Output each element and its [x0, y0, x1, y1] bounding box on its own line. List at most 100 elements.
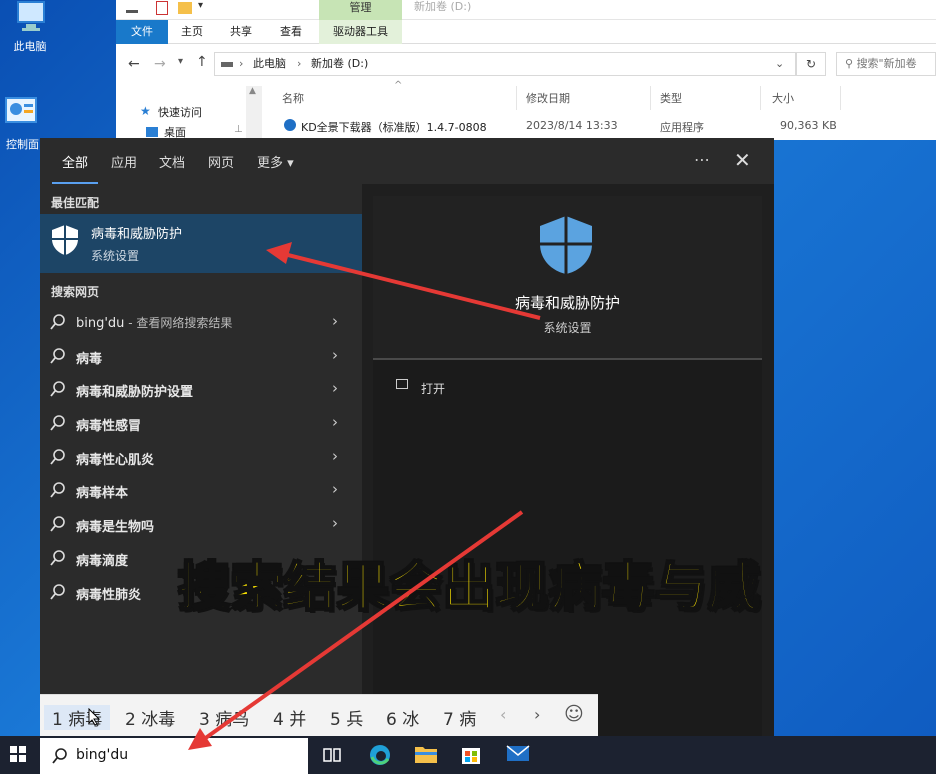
breadcrumb-sep-icon: › [297, 57, 302, 70]
star-icon: ★ [140, 104, 151, 118]
tab-more[interactable]: 更多 ▾ [257, 152, 294, 171]
search-filter-tabs: 全部 应用 文档 网页 更多 ▾ ⋯ ✕ [40, 138, 774, 185]
column-divider[interactable] [516, 86, 517, 110]
chevron-down-icon[interactable]: ⌄ [775, 53, 784, 75]
manage-tab[interactable]: 管理 [319, 0, 402, 20]
file-explorer-icon[interactable] [414, 743, 438, 769]
ime-candidate[interactable]: 2 冰毒 [125, 705, 175, 730]
web-result-item[interactable]: 病毒和威胁防护设置 › [40, 373, 362, 406]
web-result-text: 病毒是生物吗 [76, 520, 155, 535]
back-icon[interactable]: ← [128, 56, 140, 72]
navigation-pane: ★ 快速访问 桌面 ⊥ ▲ [116, 82, 266, 140]
tab-apps[interactable]: 应用 [111, 152, 137, 171]
ime-candidate[interactable]: 3 病鸟 [199, 705, 249, 730]
ime-candidate[interactable]: 6 冰 [386, 705, 419, 730]
web-result-item[interactable]: 病毒是生物吗 › [40, 508, 362, 541]
task-view-icon[interactable] [322, 745, 342, 769]
up-icon[interactable]: ↑ [196, 54, 208, 70]
windows-start-icon[interactable] [10, 746, 26, 766]
column-type[interactable]: 类型 [660, 90, 682, 106]
sort-up-icon: ^ [394, 80, 403, 91]
nav-scrollbar[interactable]: ▲ [246, 86, 262, 140]
dropdown-icon[interactable]: ▾ [198, 0, 203, 11]
tab-view[interactable]: 查看 [266, 20, 316, 44]
breadcrumb-drive[interactable]: 新加卷 (D:) [311, 53, 368, 75]
chevron-right-icon: › [332, 480, 338, 498]
best-match-heading: 最佳匹配 [51, 196, 100, 210]
desktop-icon-control-panel[interactable]: 控制面 [0, 96, 40, 151]
ime-candidate-bar: 1 病毒 2 冰毒 3 病鸟 4 并 5 兵 6 冰 7 病 ‹ › ☺ [40, 694, 598, 738]
web-result-item[interactable]: bing'du - 查看网络搜索结果 › [40, 306, 362, 339]
tab-share[interactable]: 共享 [216, 20, 266, 44]
web-result-text: 病毒和威胁防护设置 [76, 385, 194, 400]
recent-dropdown-icon[interactable]: ▾ [178, 56, 183, 67]
web-result-text: 病毒滴度 [76, 554, 129, 569]
control-panel-icon [2, 96, 38, 126]
ime-candidate[interactable]: 4 并 [273, 705, 306, 730]
detail-subtitle: 系统设置 [543, 321, 592, 335]
tab-web[interactable]: 网页 [208, 152, 234, 171]
ime-candidate[interactable]: 7 病 [443, 705, 476, 730]
search-icon: ⚲ [845, 57, 857, 70]
folder-icon[interactable] [178, 2, 192, 14]
web-result-item[interactable]: 病毒 › [40, 340, 362, 373]
web-result-item[interactable]: 病毒性心肌炎 › [40, 441, 362, 474]
column-divider[interactable] [650, 86, 651, 110]
web-result-item[interactable]: 病毒性感冒 › [40, 407, 362, 440]
tab-drive-tools[interactable]: 驱动器工具 [319, 20, 402, 44]
tab-documents[interactable]: 文档 [159, 152, 185, 171]
refresh-icon: ↻ [805, 57, 817, 71]
properties-icon[interactable] [156, 1, 168, 15]
search-panel: 全部 应用 文档 网页 更多 ▾ ⋯ ✕ 最佳匹配 病毒和威胁防护 系统设置 搜… [40, 138, 774, 736]
store-icon[interactable] [460, 743, 482, 769]
desktop: 此电脑 控制面 ▾ 管理 新加卷 (D:) 文件 主页 共享 查看 驱动器工具 … [0, 0, 936, 774]
drive-icon [221, 62, 233, 67]
forward-icon[interactable]: → [154, 56, 166, 72]
search-icon [50, 583, 66, 605]
best-match-item[interactable]: 病毒和威胁防护 系统设置 [40, 214, 362, 273]
web-result-text: 病毒性心肌炎 [76, 453, 155, 468]
ime-next-button[interactable]: › [534, 705, 540, 724]
taskbar-search-input[interactable]: bing'du [40, 738, 308, 774]
web-result-item[interactable]: 病毒样本 › [40, 474, 362, 507]
refresh-button[interactable]: ↻ [796, 52, 826, 76]
tab-home[interactable]: 主页 [168, 20, 216, 44]
file-type: 应用程序 [660, 121, 704, 134]
ime-prev-button[interactable]: ‹ [500, 705, 506, 724]
column-divider[interactable] [840, 86, 841, 110]
search-icon [50, 448, 66, 470]
emoji-icon[interactable]: ☺ [564, 703, 584, 725]
edge-icon[interactable] [368, 743, 392, 771]
column-modified[interactable]: 修改日期 [526, 90, 570, 106]
desktop-icon-this-pc[interactable]: 此电脑 [0, 0, 60, 54]
search-icon [52, 747, 68, 769]
save-icon[interactable] [126, 3, 138, 13]
nav-quick-access[interactable]: 快速访问 [158, 104, 202, 120]
tab-file[interactable]: 文件 [116, 20, 168, 44]
address-bar[interactable]: › 此电脑 › 新加卷 (D:) ⌄ [214, 52, 796, 76]
search-placeholder: 搜索"新加卷 [856, 57, 917, 70]
file-name: KD全景下载器（标准版）1.4.7-0808 [301, 121, 487, 134]
breadcrumb-this-pc[interactable]: 此电脑 [253, 53, 286, 75]
search-icon [50, 481, 66, 503]
explorer-search-input[interactable]: ⚲ 搜索"新加卷 [836, 52, 936, 76]
column-divider[interactable] [760, 86, 761, 110]
video-caption: 搜索结果会出现病毒与威 [177, 557, 762, 619]
open-icon [396, 379, 408, 389]
file-explorer-window: ▾ 管理 新加卷 (D:) 文件 主页 共享 查看 驱动器工具 ← → ▾ ↑ … [116, 0, 936, 140]
result-detail-pane: 病毒和威胁防护 系统设置 打开 [373, 196, 762, 736]
column-name[interactable]: 名称 [282, 90, 304, 106]
tab-all[interactable]: 全部 [62, 152, 88, 171]
ime-candidate[interactable]: 5 兵 [330, 705, 363, 730]
ellipsis-icon[interactable]: ⋯ [694, 150, 710, 169]
web-result-text: 病毒性肺炎 [76, 588, 142, 603]
ime-candidate[interactable]: 1 病毒 [44, 705, 111, 730]
scroll-up-icon[interactable]: ▲ [249, 86, 256, 96]
web-result-text: 病毒性感冒 [76, 419, 142, 434]
chevron-right-icon: › [332, 447, 338, 465]
results-list: 最佳匹配 病毒和威胁防护 系统设置 搜索网页 bing'du - 查看网络搜索结… [40, 184, 362, 736]
close-icon[interactable]: ✕ [734, 148, 751, 172]
mail-icon[interactable] [506, 743, 530, 767]
best-match-subtitle: 系统设置 [91, 249, 140, 263]
column-size[interactable]: 大小 [772, 90, 794, 106]
